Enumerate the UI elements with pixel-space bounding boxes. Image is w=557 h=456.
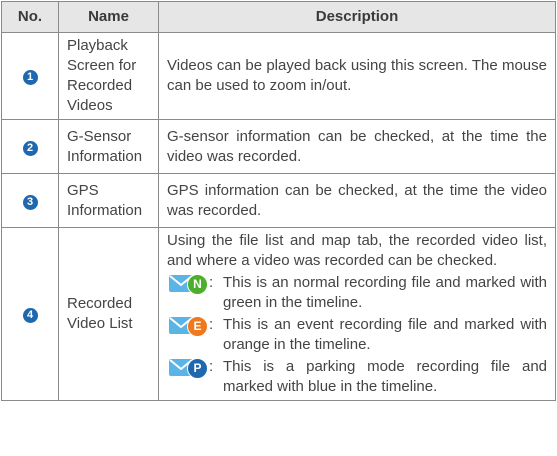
- legend-text: This is an normal recording file and mar…: [223, 274, 547, 311]
- recording-type-legend: N: This is an normal recording file and m…: [167, 273, 547, 397]
- recording-type-letter: E: [187, 316, 208, 337]
- event-recording-icon: E: [167, 315, 209, 337]
- row-name: Playback Screen for Recorded Videos: [58, 32, 159, 120]
- legend-item: N: This is an normal recording file and m…: [167, 273, 547, 313]
- row-name: GPS Information: [58, 173, 159, 228]
- legend-colon: :: [209, 358, 214, 375]
- header-name: Name: [58, 1, 159, 33]
- row-description-intro: Using the file list and map tab, the rec…: [167, 232, 547, 269]
- table-row: 1 Playback Screen for Recorded Videos Vi…: [1, 32, 556, 120]
- header-description: Description: [158, 1, 556, 33]
- header-no: No.: [1, 1, 59, 33]
- row-name: Recorded Video List: [58, 227, 159, 401]
- table-row: 4 Recorded Video List Using the file lis…: [1, 227, 556, 401]
- recording-type-letter: P: [187, 358, 208, 379]
- row-description: Videos can be played back using this scr…: [158, 32, 556, 120]
- legend-text: This is a parking mode recording file an…: [223, 358, 547, 395]
- legend-text: This is an event recording file and mark…: [223, 316, 547, 353]
- row-description: GPS information can be checked, at the t…: [158, 173, 556, 228]
- legend-item: P: This is a parking mode recording file …: [167, 357, 547, 397]
- row-description: Using the file list and map tab, the rec…: [158, 227, 556, 401]
- normal-recording-icon: N: [167, 273, 209, 295]
- recording-type-letter: N: [187, 274, 208, 295]
- table-row: 3 GPS Information GPS information can be…: [1, 173, 556, 228]
- table-row: 2 G-Sensor Information G-sensor informat…: [1, 119, 556, 174]
- number-badge: 3: [22, 194, 38, 210]
- header-row: No. Name Description: [1, 1, 556, 33]
- row-name: G-Sensor Information: [58, 119, 159, 174]
- number-badge: 4: [22, 308, 38, 323]
- description-table: No. Name Description 1 Playback Screen f…: [1, 1, 556, 401]
- legend-colon: :: [209, 274, 214, 291]
- row-description: G-sensor information can be checked, at …: [158, 119, 556, 174]
- legend-colon: :: [209, 316, 214, 333]
- number-badge: 2: [22, 140, 38, 156]
- legend-item: E: This is an event recording file and ma…: [167, 315, 547, 355]
- number-badge: 1: [22, 70, 38, 85]
- parking-recording-icon: P: [167, 357, 209, 379]
